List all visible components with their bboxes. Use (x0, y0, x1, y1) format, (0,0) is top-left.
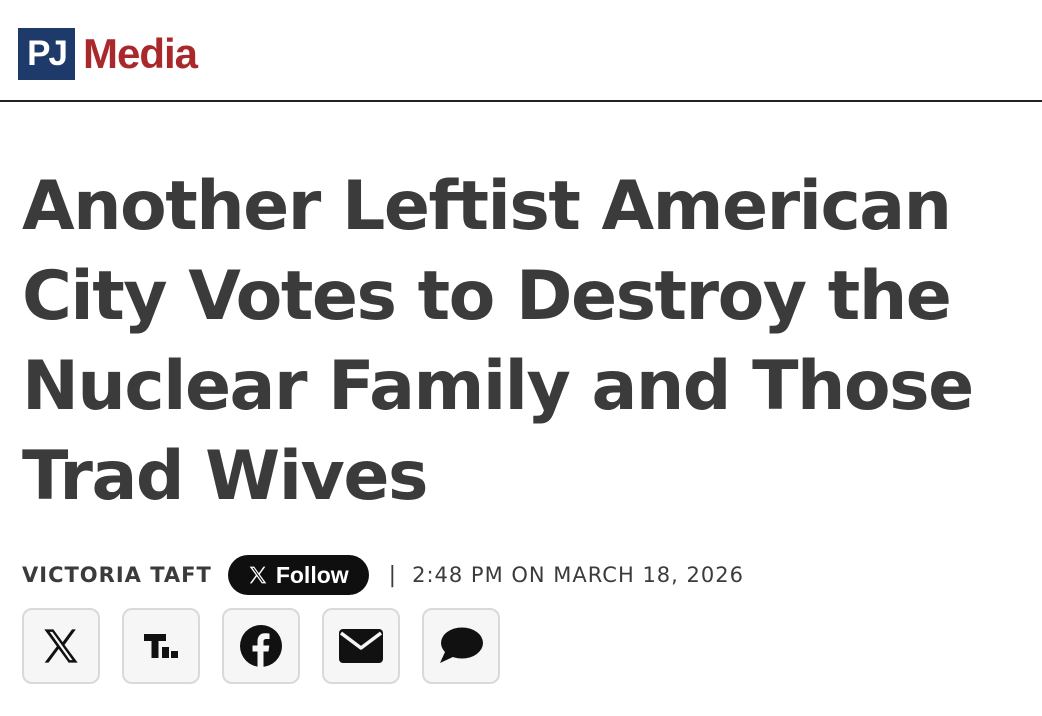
author-name[interactable]: VICTORIA TAFT (22, 563, 212, 587)
follow-label: Follow (275, 561, 349, 588)
site-logo[interactable]: PJ Media (18, 27, 198, 81)
share-bar (22, 608, 500, 686)
email-icon (338, 628, 384, 664)
x-icon (41, 626, 81, 666)
share-comment-button[interactable] (422, 608, 500, 684)
byline: VICTORIA TAFT Follow | 2:48 PM ON MARCH … (22, 555, 744, 595)
article-headline: Another Leftist American City Votes to D… (22, 167, 974, 516)
logo-word: Media (83, 30, 198, 77)
logo-box: PJ (18, 28, 75, 80)
site-header: PJ Media (0, 0, 1042, 102)
share-facebook-button[interactable] (222, 608, 300, 684)
facebook-icon (239, 624, 283, 668)
publish-timestamp: 2:48 PM ON MARCH 18, 2026 (412, 563, 744, 587)
x-icon (248, 565, 268, 585)
share-truth-social-button[interactable] (122, 608, 200, 684)
share-email-button[interactable] (322, 608, 400, 684)
truth-social-icon (141, 626, 181, 666)
share-x-button[interactable] (22, 608, 100, 684)
comment-icon (438, 626, 484, 666)
x-follow-button[interactable]: Follow (227, 555, 369, 595)
byline-separator: | (388, 562, 397, 588)
